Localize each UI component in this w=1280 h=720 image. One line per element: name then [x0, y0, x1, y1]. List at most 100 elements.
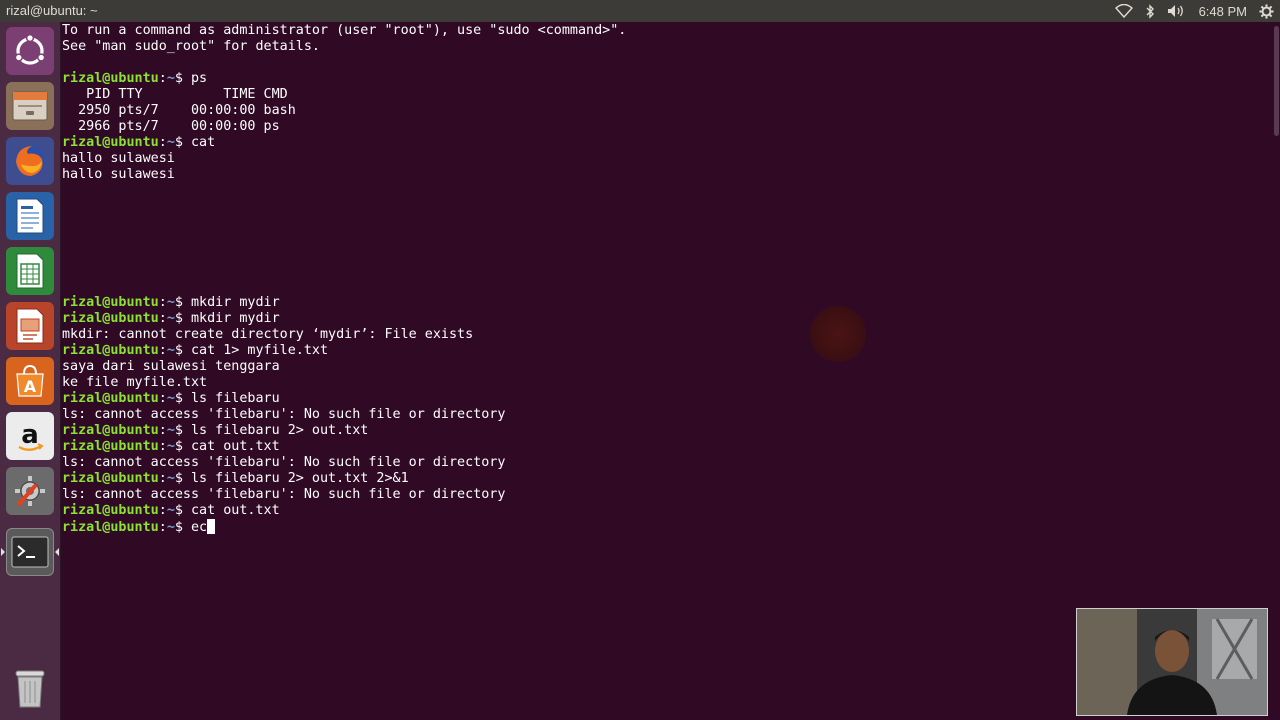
terminal-command-line: rizal@ubuntu:~$ cat out.txt [62, 503, 626, 519]
prompt-path: ~ [166, 343, 175, 358]
prompt-path: ~ [166, 471, 175, 486]
command-text: cat 1> myfile.txt [191, 343, 329, 358]
firefox-icon[interactable] [6, 137, 54, 185]
prompt-user-host: rizal@ubuntu [62, 135, 159, 150]
command-text: cat [191, 135, 216, 150]
prompt-path: ~ [166, 391, 175, 406]
command-text: cat out.txt [191, 503, 280, 518]
prompt-separator: : [158, 295, 167, 310]
wifi-icon[interactable] [1114, 2, 1133, 20]
prompt-dollar: $ [174, 343, 191, 358]
prompt-separator: : [158, 135, 167, 150]
prompt-user-host: rizal@ubuntu [62, 391, 159, 406]
terminal-command-line: rizal@ubuntu:~$ cat out.txt [62, 439, 626, 455]
terminal-output-line: hallo sulawesi [62, 167, 175, 182]
prompt-separator: : [158, 391, 167, 406]
svg-text:a: a [21, 420, 39, 450]
mouse-pointer-highlight [810, 306, 866, 362]
terminal-command-line: rizal@ubuntu:~$ ps [62, 71, 626, 87]
prompt-dollar: $ [174, 135, 191, 150]
libreoffice-calc-icon[interactable] [6, 247, 54, 295]
top-panel: rizal@ubuntu: ~ 6:48 PM [0, 0, 1280, 22]
bluetooth-icon[interactable] [1145, 2, 1155, 20]
text-cursor [207, 519, 216, 534]
launcher: A a [0, 22, 61, 720]
terminal-scrollbar[interactable] [1272, 22, 1280, 720]
window-title: rizal@ubuntu: ~ [6, 3, 98, 18]
prompt-separator: : [158, 71, 167, 86]
terminal-output-line: ls: cannot access 'filebaru': No such fi… [62, 455, 506, 470]
terminal-output-line: PID TTY TIME CMD [62, 87, 288, 102]
command-text: ls filebaru [191, 391, 280, 406]
volume-icon[interactable] [1167, 2, 1185, 20]
terminal-output[interactable]: To run a command as administrator (user … [62, 23, 626, 535]
libreoffice-impress-icon[interactable] [6, 302, 54, 350]
prompt-dollar: $ [174, 471, 191, 486]
prompt-user-host: rizal@ubuntu [62, 423, 159, 438]
command-text: mkdir mydir [191, 311, 280, 326]
prompt-user-host: rizal@ubuntu [62, 343, 159, 358]
prompt-dollar: $ [174, 423, 191, 438]
terminal-output-line: 2966 pts/7 00:00:00 ps [62, 119, 280, 134]
terminal-output-line: hallo sulawesi [62, 151, 175, 166]
settings-gear-icon[interactable] [1259, 2, 1274, 20]
terminal-command-line: rizal@ubuntu:~$ ls filebaru 2> out.txt 2… [62, 471, 626, 487]
prompt-path: ~ [166, 423, 175, 438]
indicator-area: 6:48 PM [1114, 2, 1274, 20]
focused-indicator [55, 548, 59, 556]
terminal-command-line: rizal@ubuntu:~$ ls filebaru [62, 391, 626, 407]
terminal-output-line: ls: cannot access 'filebaru': No such fi… [62, 487, 506, 502]
running-indicator [1, 548, 5, 556]
terminal-command-line: rizal@ubuntu:~$ cat 1> myfile.txt [62, 343, 626, 359]
terminal-command-line: rizal@ubuntu:~$ ls filebaru 2> out.txt [62, 423, 626, 439]
prompt-path: ~ [166, 71, 175, 86]
prompt-dollar: $ [174, 391, 191, 406]
prompt-user-host: rizal@ubuntu [62, 439, 159, 454]
prompt-user-host: rizal@ubuntu [62, 295, 159, 310]
prompt-separator: : [158, 520, 167, 535]
prompt-separator: : [158, 471, 167, 486]
terminal-command-line: rizal@ubuntu:~$ mkdir mydir [62, 295, 626, 311]
clock[interactable]: 6:48 PM [1199, 2, 1247, 20]
terminal-command-line: rizal@ubuntu:~$ mkdir mydir [62, 311, 626, 327]
prompt-dollar: $ [174, 71, 191, 86]
terminal-icon[interactable] [6, 528, 54, 576]
prompt-path: ~ [166, 135, 175, 150]
prompt-dollar: $ [174, 295, 191, 310]
terminal-output-line: To run a command as administrator (user … [62, 23, 627, 38]
command-text: ls filebaru 2> out.txt 2>&1 [191, 471, 409, 486]
command-text: cat out.txt [191, 439, 280, 454]
prompt-path: ~ [166, 439, 175, 454]
prompt-separator: : [158, 503, 167, 518]
prompt-user-host: rizal@ubuntu [62, 471, 159, 486]
terminal-output-line: mkdir: cannot create directory ‘mydir’: … [62, 327, 474, 342]
prompt-dollar: $ [174, 503, 191, 518]
scrollbar-thumb[interactable] [1274, 26, 1279, 136]
terminal-command-line: rizal@ubuntu:~$ cat [62, 135, 626, 151]
prompt-separator: : [158, 343, 167, 358]
command-text: ls filebaru 2> out.txt [191, 423, 369, 438]
command-text: ps [191, 71, 208, 86]
libreoffice-writer-icon[interactable] [6, 192, 54, 240]
system-settings-icon[interactable] [6, 467, 54, 515]
prompt-user-host: rizal@ubuntu [62, 503, 159, 518]
prompt-separator: : [158, 439, 167, 454]
prompt-path: ~ [166, 311, 175, 326]
prompt-separator: : [158, 423, 167, 438]
prompt-user-host: rizal@ubuntu [62, 311, 159, 326]
amazon-icon[interactable]: a [6, 412, 54, 460]
terminal-command-line: rizal@ubuntu:~$ ec [62, 519, 626, 535]
files-icon[interactable] [6, 82, 54, 130]
prompt-path: ~ [166, 503, 175, 518]
terminal-output-line: See "man sudo_root" for details. [62, 39, 320, 54]
ubuntu-dash-icon[interactable] [6, 27, 54, 75]
prompt-separator: : [158, 311, 167, 326]
trash-icon[interactable] [6, 664, 54, 712]
software-center-icon[interactable]: A [6, 357, 54, 405]
webcam-overlay [1076, 608, 1268, 716]
